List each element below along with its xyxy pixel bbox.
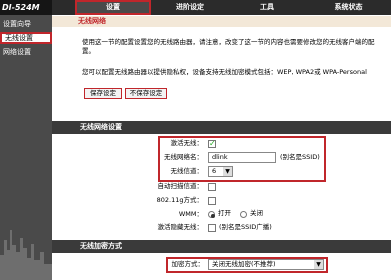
chevron-down-icon: ▼: [314, 260, 323, 269]
dont-save-settings-button[interactable]: 不保存设定: [125, 88, 167, 99]
ssid-label: 无线网络名：: [164, 153, 203, 161]
ssid-input[interactable]: dlink: [208, 152, 276, 163]
wireless-security-header: 无线加密方式: [52, 240, 391, 253]
channel-select[interactable]: 6 ▼: [208, 166, 233, 177]
wireless-settings-header: 无线网络设置: [52, 121, 391, 134]
intro-title: 无线网络: [52, 16, 391, 27]
wmm-label: WMM：: [178, 210, 203, 218]
auto-scan-checkbox[interactable]: [208, 183, 216, 191]
intro-panel: [52, 15, 391, 115]
tab-setup[interactable]: 设置: [75, 0, 151, 15]
save-settings-button[interactable]: 保存设定: [84, 88, 122, 99]
wmm-on-radio[interactable]: [208, 211, 215, 218]
hidden-wireless-checkbox[interactable]: [208, 224, 216, 232]
chevron-down-icon: ▼: [223, 167, 232, 176]
enable-wireless-label: 激活无线：: [170, 139, 204, 147]
tab-advanced[interactable]: 进阶设定: [152, 0, 228, 15]
sidebar-item-network-setup[interactable]: 网络设置: [0, 46, 52, 58]
tab-status[interactable]: 系统状态: [306, 0, 391, 15]
security-mode-value: 关闭无线加密(不推荐): [212, 260, 276, 268]
mode-80211g-checkbox[interactable]: [208, 197, 216, 205]
ssid-hint: (别名是SSID): [280, 153, 320, 161]
intro-paragraph-1: 使用这一节的配置设置您的无线路由器，请注意，改变了这一节的内容也需要修改您的无线…: [82, 38, 375, 55]
wmm-off-radio[interactable]: [240, 211, 247, 218]
city-skyline-graphic: [0, 230, 52, 280]
hidden-wireless-label: 激活隐藏无线：: [157, 223, 204, 231]
logo: DI-524M: [0, 0, 52, 15]
channel-value: 6: [212, 167, 217, 175]
wmm-on-label: 打开: [218, 209, 231, 217]
sidebar-item-wireless-setup[interactable]: 无线设置: [0, 32, 52, 44]
security-mode-select[interactable]: 关闭无线加密(不推荐) ▼: [208, 259, 324, 270]
security-mode-label: 加密方式：: [171, 260, 205, 268]
hidden-wireless-hint: (别名是SSID广播): [219, 223, 272, 231]
tab-tools[interactable]: 工具: [229, 0, 305, 15]
channel-label: 无线信道：: [170, 167, 204, 175]
auto-scan-label: 自动扫描信道：: [157, 182, 204, 190]
sidebar-item-setup-wizard[interactable]: 设置向导: [0, 18, 52, 30]
intro-paragraph-2: 您可以配置无线路由器以提供隐私权，设备支持无线加密模式包括：WEP, WPA2或…: [82, 68, 367, 76]
enable-wireless-checkbox[interactable]: [208, 139, 216, 148]
mode-80211g-label: 802.11g方式：: [156, 196, 203, 204]
wmm-off-label: 关闭: [250, 209, 263, 217]
